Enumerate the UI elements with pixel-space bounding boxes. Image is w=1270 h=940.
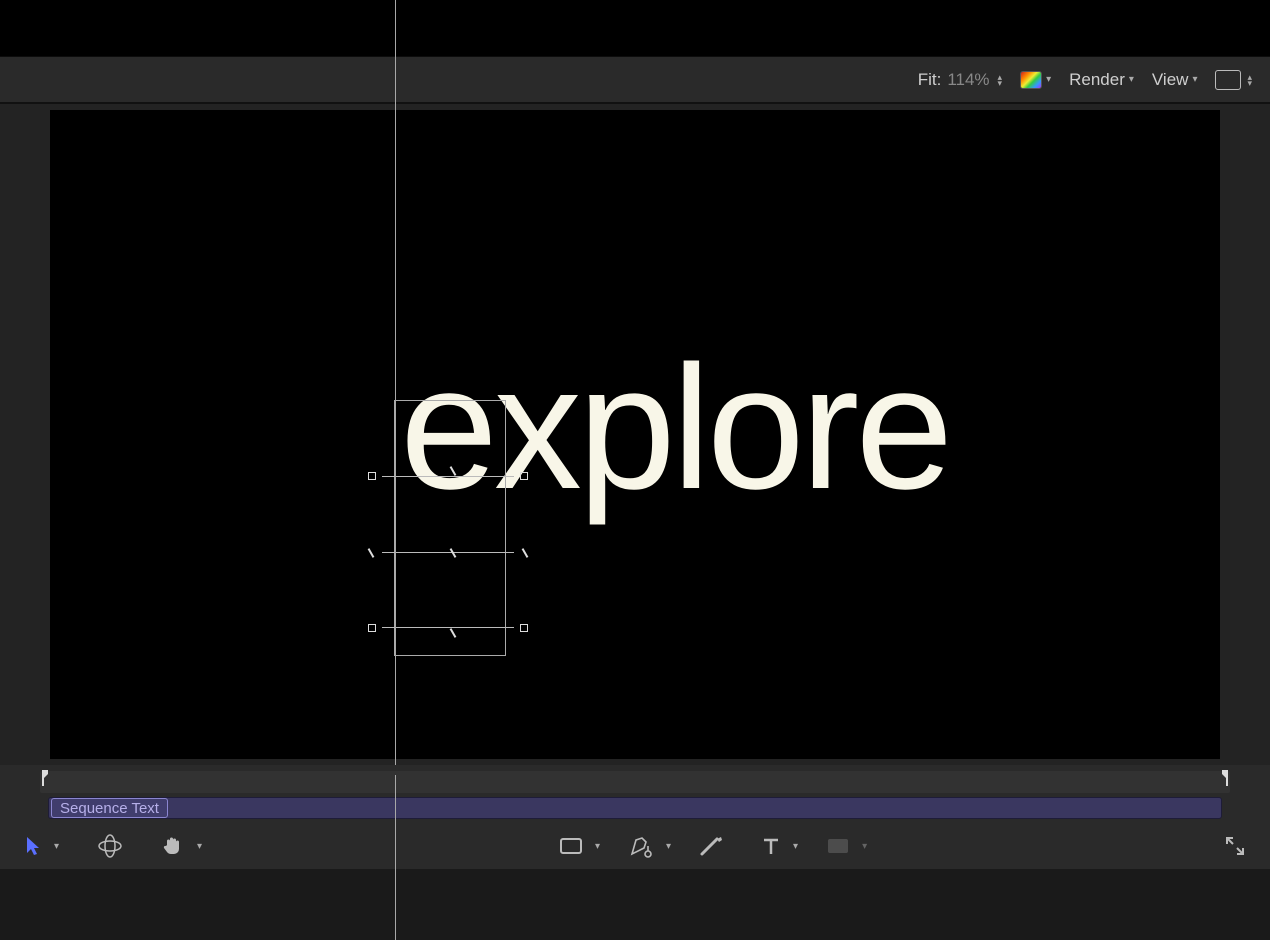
paint-stroke-tool[interactable] (699, 835, 725, 857)
clip-label-tag[interactable]: Sequence Text (51, 798, 168, 818)
chevron-down-icon: ▾ (197, 841, 202, 852)
chevron-down-icon: ▾ (1129, 74, 1134, 85)
playhead-callout-lower (395, 775, 396, 940)
clip-bar[interactable] (48, 797, 1222, 819)
chevron-down-icon: ▾ (666, 841, 671, 852)
transform-tick[interactable] (450, 548, 457, 558)
zoom-percent-value: 114% (947, 70, 989, 90)
view-label: View (1152, 70, 1189, 90)
stepper-icon: ▴▾ (998, 74, 1003, 86)
shape-tool[interactable] (559, 836, 583, 856)
chevron-down-icon: ▾ (54, 841, 59, 852)
transform-edge (382, 627, 514, 628)
text-layer[interactable]: explore (400, 340, 949, 516)
mask-tool[interactable] (826, 837, 850, 855)
render-label: Render (1069, 70, 1125, 90)
mask-tool-menu[interactable]: ▾ (858, 841, 867, 852)
in-point-marker-icon[interactable] (40, 768, 54, 793)
timeline-ruler[interactable] (40, 771, 1230, 793)
transform-handle[interactable] (368, 472, 376, 480)
fullscreen-toggle[interactable] (1224, 835, 1246, 857)
transform-edge (382, 552, 514, 553)
transform-handle[interactable] (368, 624, 376, 632)
shape-tool-menu[interactable]: ▾ (591, 841, 600, 852)
3d-transform-tool[interactable] (97, 833, 123, 859)
out-point-marker-icon[interactable] (1216, 768, 1230, 793)
zoom-fit-label: Fit: (918, 70, 942, 90)
clip-label-text: Sequence Text (60, 800, 159, 817)
chevron-down-icon: ▾ (595, 841, 600, 852)
pan-tool[interactable] (161, 834, 185, 858)
select-tool-menu[interactable]: ▾ (50, 841, 59, 852)
chevron-down-icon: ▾ (793, 841, 798, 852)
viewport-box-icon (1215, 70, 1241, 90)
view-menu[interactable]: View ▾ (1152, 70, 1198, 90)
pan-tool-menu[interactable]: ▾ (193, 841, 202, 852)
viewport-layout-menu[interactable]: ▴▾ (1215, 70, 1252, 90)
text-tool[interactable] (761, 836, 781, 856)
transform-handle[interactable] (520, 624, 528, 632)
transform-tick[interactable] (522, 548, 529, 558)
pen-tool-menu[interactable]: ▾ (662, 841, 671, 852)
stepper-icon: ▴▾ (1247, 74, 1252, 86)
mini-timeline: Sequence Text (0, 765, 1270, 823)
color-channel-menu[interactable]: ▾ (1020, 71, 1051, 89)
select-tool[interactable] (24, 835, 42, 857)
zoom-fit-control[interactable]: Fit: 114% ▴▾ (918, 70, 1002, 90)
render-menu[interactable]: Render ▾ (1069, 70, 1134, 90)
transform-tick[interactable] (368, 548, 375, 558)
chevron-down-icon: ▾ (1192, 74, 1197, 85)
playhead-callout-upper (395, 0, 396, 765)
viewer-toolbar-top: Fit: 114% ▴▾ ▾ Render ▾ View ▾ ▴▾ (0, 56, 1270, 104)
pen-tool[interactable] (628, 834, 654, 858)
color-swatch-icon (1020, 71, 1042, 89)
viewer-area: explore (0, 104, 1270, 765)
chevron-down-icon: ▾ (862, 841, 867, 852)
chevron-down-icon: ▾ (1046, 74, 1051, 85)
canvas[interactable]: explore (50, 110, 1220, 759)
bottom-panel (0, 869, 1270, 940)
transform-tick[interactable] (450, 628, 457, 638)
canvas-toolbar-bottom: ▾ ▾ ▾ ▾ ▾ ▾ (0, 823, 1270, 869)
text-tool-menu[interactable]: ▾ (789, 841, 798, 852)
